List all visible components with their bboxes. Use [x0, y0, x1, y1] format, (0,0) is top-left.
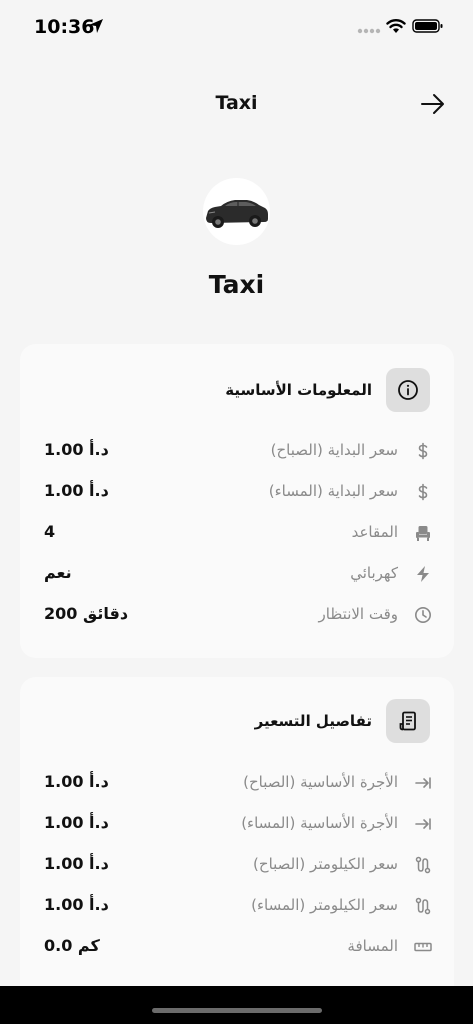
dollar-icon [418, 483, 428, 501]
status-time: 10:36 [34, 16, 95, 38]
lightning-icon [417, 566, 429, 582]
route-icon [415, 856, 431, 874]
route-icon [415, 897, 431, 915]
row-label: سعر الكيلومتر (الصباح) [253, 855, 398, 873]
row-value: نعم [44, 563, 72, 582]
seat-icon [416, 526, 430, 541]
vehicle-name: Taxi [208, 270, 265, 299]
arrow-to-bar-icon [415, 777, 431, 789]
row-value: 1.00 د.أ [44, 854, 109, 873]
row-value: 1.00 د.أ [44, 440, 109, 459]
row-label: سعر البداية (المساء) [268, 482, 398, 500]
location-arrow-icon [89, 19, 103, 33]
pricing-row-km-price-evening: سعر الكيلومتر (المساء) 1.00 د.أ [44, 894, 432, 918]
pricing-row-base-fare-evening: الأجرة الأساسية (المساء) 1.00 د.أ [44, 812, 432, 836]
info-icon-container [386, 368, 430, 412]
row-label: الأجرة الأساسية (الصباح) [243, 773, 398, 791]
arrow-right-icon [421, 94, 444, 114]
info-row-electric: كهربائي نعم [44, 562, 432, 586]
battery-icon [412, 19, 443, 33]
status-bar: 10:36 [0, 0, 473, 52]
row-label: سعر البداية (الصباح) [270, 441, 398, 459]
bottom-system-bar [0, 986, 473, 1024]
vehicle-avatar [203, 178, 270, 245]
clock-icon [415, 607, 431, 623]
row-value: 1.00 د.أ [44, 895, 109, 914]
row-value: 200 دقائق [44, 604, 129, 623]
dollar-icon [418, 442, 428, 460]
pricing-header: تفاصيل التسعير [255, 699, 430, 743]
wifi-icon [386, 19, 406, 33]
back-button[interactable] [418, 90, 448, 118]
pricing-row-distance: المسافة 0.0 كم [44, 935, 432, 959]
basic-info-card: المعلومات الأساسية سعر البداية (الصباح) … [20, 344, 454, 658]
info-row-seats: المقاعد 4 [44, 521, 432, 545]
receipt-icon [399, 711, 416, 731]
arrow-to-bar-icon [415, 818, 431, 830]
info-row-start-price-evening: سعر البداية (المساء) 1.00 د.أ [44, 480, 432, 504]
receipt-icon-container [386, 699, 430, 743]
row-value: 4 [44, 522, 56, 541]
ruler-icon [414, 942, 432, 952]
row-label: المسافة [347, 937, 398, 955]
row-label: وقت الانتظار [318, 605, 398, 623]
row-label: الأجرة الأساسية (المساء) [241, 814, 398, 832]
pricing-row-km-price-morning: سعر الكيلومتر (الصباح) 1.00 د.أ [44, 853, 432, 877]
info-row-waiting-time: وقت الانتظار 200 دقائق [44, 603, 432, 627]
row-value: 0.0 كم [44, 936, 100, 955]
row-value: 1.00 د.أ [44, 813, 109, 832]
row-label: كهربائي [350, 564, 398, 582]
info-row-start-price-morning: سعر البداية (الصباح) 1.00 د.أ [44, 439, 432, 463]
row-label: سعر الكيلومتر (المساء) [251, 896, 398, 914]
car-image [206, 200, 268, 228]
row-value: 1.00 د.أ [44, 772, 109, 791]
pricing-row-base-fare-morning: الأجرة الأساسية (الصباح) 1.00 د.أ [44, 771, 432, 795]
basic-info-title: المعلومات الأساسية [225, 381, 372, 399]
pricing-card: تفاصيل التسعير الأجرة الأساسية (الصباح) … [20, 677, 454, 1007]
row-value: 1.00 د.أ [44, 481, 109, 500]
basic-info-header: المعلومات الأساسية [225, 368, 430, 412]
info-icon [398, 380, 418, 400]
home-indicator[interactable] [152, 1008, 322, 1013]
pricing-title: تفاصيل التسعير [254, 712, 372, 730]
page-title: Taxi [215, 92, 258, 114]
row-label: المقاعد [351, 523, 398, 541]
signal-dots-icon [357, 28, 381, 34]
